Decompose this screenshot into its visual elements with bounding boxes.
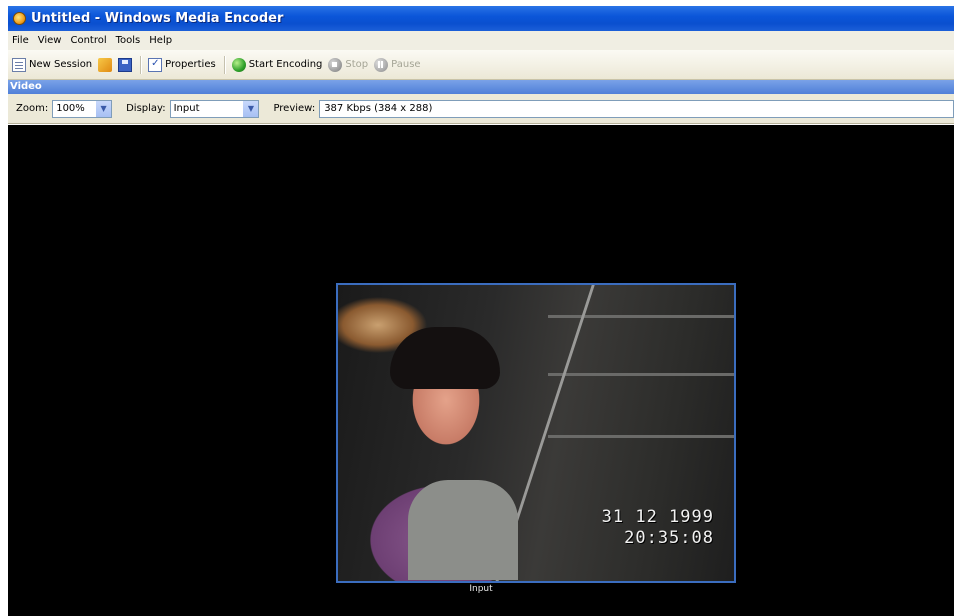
chevron-down-icon[interactable]: ▼ <box>242 100 259 117</box>
save-button[interactable] <box>118 57 133 72</box>
menu-tools[interactable]: Tools <box>116 35 141 46</box>
pause-icon <box>374 57 389 72</box>
shelf-line <box>548 373 734 376</box>
zoom-label: Zoom: <box>16 103 49 114</box>
pause-label: Pause <box>391 59 421 70</box>
shelf-line <box>548 315 734 318</box>
media-encoder-icon <box>13 12 26 25</box>
person-torso <box>408 480 518 580</box>
preview-label: Preview: <box>273 103 316 114</box>
start-encoding-button[interactable]: Start Encoding <box>231 57 323 72</box>
video-panel-header: Video <box>8 80 954 94</box>
video-caption: Input <box>469 584 493 594</box>
video-area: 31 12 1999 20:35:08 Input <box>8 125 954 616</box>
chevron-down-icon[interactable]: ▼ <box>95 100 112 117</box>
video-controls: Zoom: 100% ▼ Display: Input ▼ Preview: 3… <box>8 94 954 124</box>
osd-time: 20:35:08 <box>624 528 714 548</box>
zoom-value: 100% <box>56 103 85 114</box>
new-session-icon <box>12 57 26 72</box>
preview-field[interactable]: 387 Kbps (384 x 288) <box>319 99 954 118</box>
toolbar-separator <box>140 55 143 74</box>
start-encoding-icon <box>231 57 246 72</box>
stop-button[interactable]: Stop <box>328 57 369 72</box>
menu-view[interactable]: View <box>38 35 62 46</box>
zoom-select[interactable]: 100% ▼ <box>52 99 113 118</box>
display-select[interactable]: Input ▼ <box>169 99 260 118</box>
menu-file[interactable]: File <box>12 35 29 46</box>
video-preview: 31 12 1999 20:35:08 <box>336 283 736 583</box>
menu-control[interactable]: Control <box>70 35 106 46</box>
display-label: Display: <box>126 103 166 114</box>
properties-icon <box>148 57 163 72</box>
properties-button[interactable]: Properties <box>148 57 216 72</box>
start-encoding-label: Start Encoding <box>248 59 323 70</box>
stop-label: Stop <box>345 59 369 70</box>
new-session-label: New Session <box>29 59 93 70</box>
open-icon <box>98 57 113 72</box>
window-title: Untitled - Windows Media Encoder <box>31 11 284 26</box>
person-hair <box>390 327 500 389</box>
toolbar: New Session Properties Start Encoding St… <box>8 50 954 80</box>
stop-icon <box>328 57 343 72</box>
save-icon <box>118 57 133 72</box>
properties-label: Properties <box>165 59 216 70</box>
shelf-line <box>548 435 734 438</box>
pause-button[interactable]: Pause <box>374 57 421 72</box>
open-button[interactable] <box>98 57 113 72</box>
display-value: Input <box>173 103 200 114</box>
menu-help[interactable]: Help <box>149 35 172 46</box>
toolbar-separator <box>223 55 226 74</box>
menu-bar: File View Control Tools Help <box>8 31 954 50</box>
osd-date: 31 12 1999 <box>601 507 714 527</box>
new-session-button[interactable]: New Session <box>12 57 93 72</box>
title-bar: Untitled - Windows Media Encoder <box>8 6 954 31</box>
